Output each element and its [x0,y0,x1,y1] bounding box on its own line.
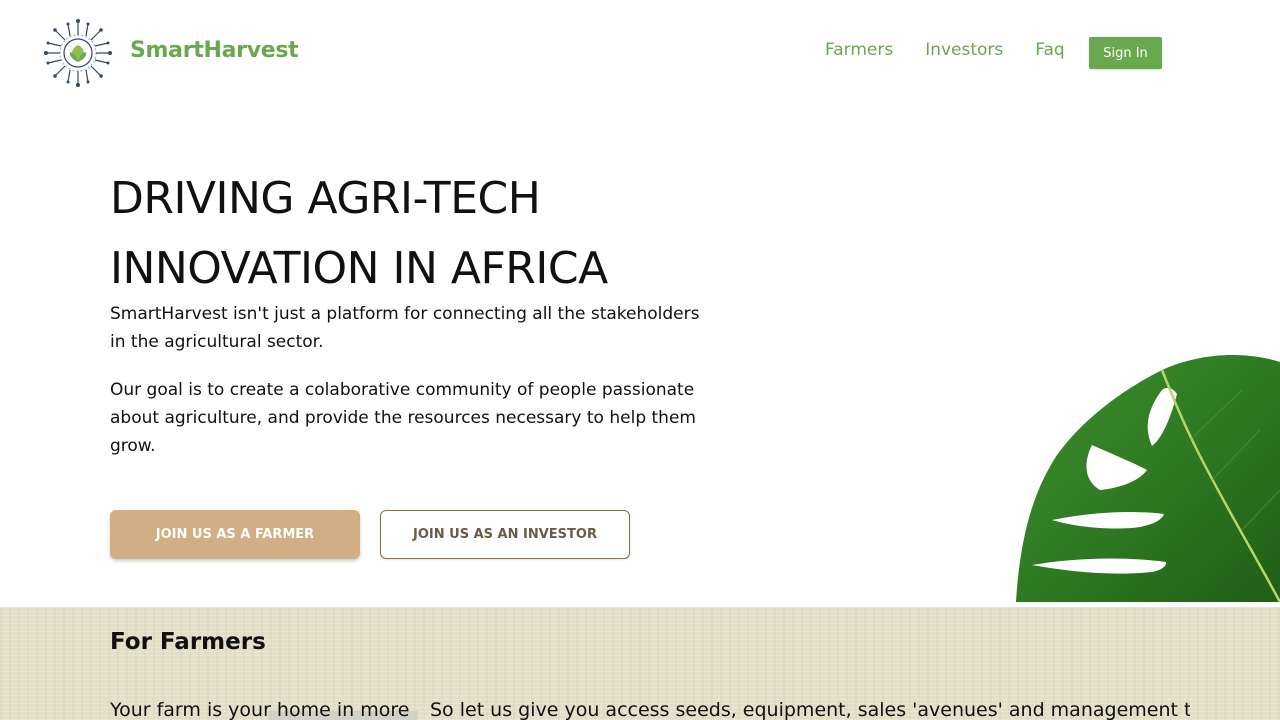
sign-in-button[interactable]: Sign In [1089,37,1162,69]
site-header: SmartHarvest Farmers Investors Faq Sign … [0,0,1280,106]
monstera-leaf-image [1016,355,1280,602]
hero-description-1: SmartHarvest isn't just a platform for c… [110,304,700,352]
hero-description-2: Our goal is to create a colaborative com… [110,380,696,456]
nav-farmers[interactable]: Farmers [825,40,893,60]
hero-title-line-2: INNOVATION IN AFRICA [110,243,608,294]
farmers-benefits-text: So let us give you access seeds, equipme… [430,699,1190,720]
nav-investors[interactable]: Investors [925,40,1003,60]
hero-title-line-1: DRIVING AGRI-TECH [110,173,541,224]
join-as-farmer-button[interactable]: JOIN US AS A FARMER [110,510,360,559]
brand-name[interactable]: SmartHarvest [130,38,299,63]
farmers-section-title: For Farmers [110,629,266,655]
farmers-intro-text: Your farm is your home in more [110,699,410,720]
join-as-investor-button[interactable]: JOIN US AS AN INVESTOR [380,510,630,559]
farmers-section: For Farmers Your farm is your home in mo… [0,607,1280,720]
hero-title: DRIVING AGRI-TECH INNOVATION IN AFRICA [110,164,730,304]
nav-faq[interactable]: Faq [1035,40,1064,60]
smartharvest-logo-icon[interactable] [40,16,116,90]
main-nav: Farmers Investors Faq [825,40,1097,60]
